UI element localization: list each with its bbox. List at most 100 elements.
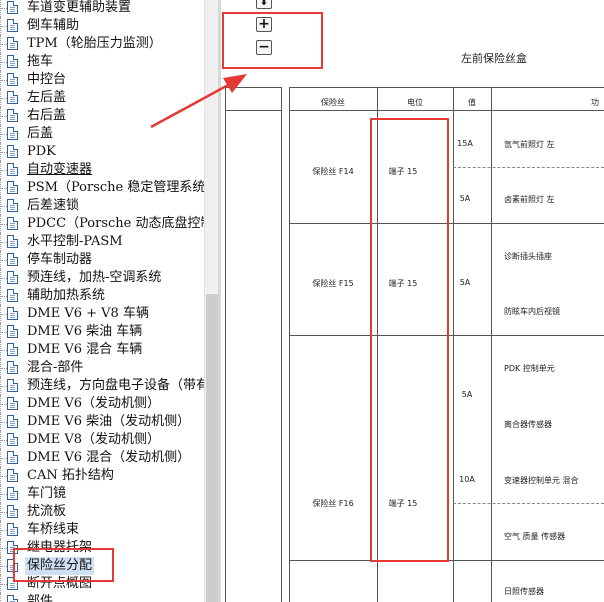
tree-item-label: DME V6 混合（发动机侧） bbox=[27, 450, 191, 465]
tree-item-label: 混合-部件 bbox=[27, 360, 84, 375]
tree-item[interactable]: 自动变速器 bbox=[0, 161, 204, 179]
tree-connector bbox=[0, 107, 7, 125]
document-icon bbox=[7, 163, 18, 176]
tree-connector bbox=[0, 17, 7, 35]
tree-connector bbox=[0, 233, 7, 251]
tree-item-label: 后盖 bbox=[27, 126, 54, 141]
tree-item-label: 预连线，方向盘电子设备（带有 bbox=[27, 378, 204, 393]
document-icon bbox=[7, 91, 18, 104]
tree-item[interactable]: 部件 bbox=[0, 593, 204, 602]
header-terminal: 电位 bbox=[407, 98, 423, 107]
tree-item-label: PDK bbox=[27, 144, 56, 159]
tree-item[interactable]: DME V6 + V8 车辆 bbox=[0, 305, 204, 323]
tree-connector bbox=[0, 341, 7, 359]
tree-item[interactable]: CAN 拓扑结构 bbox=[0, 467, 204, 485]
document-icon bbox=[7, 199, 18, 212]
document-icon bbox=[7, 55, 18, 68]
tree-item-label: 停车制动器 bbox=[27, 252, 93, 267]
tree-item-label: PSM（Porsche 稳定管理系统） bbox=[27, 180, 204, 195]
function-last-1: 日照传感器 bbox=[504, 587, 544, 596]
annotation-selected-box bbox=[13, 548, 114, 582]
tree-connector bbox=[0, 467, 7, 485]
document-icon bbox=[7, 379, 18, 392]
function-f16-3: 变速器控制单元 混合 bbox=[504, 476, 579, 485]
tree-item[interactable]: 混合-部件 bbox=[0, 359, 204, 377]
tree-item[interactable]: 车道变更辅助装置 bbox=[0, 0, 204, 17]
document-icon bbox=[7, 343, 18, 356]
tree-item-label: 部件 bbox=[27, 594, 54, 602]
tree-item[interactable]: 水平控制-PASM bbox=[0, 233, 204, 251]
function-f15-1: 诊断插头插座 bbox=[504, 252, 552, 261]
tree-item-label: PDCC（Porsche 动态底盘控制） bbox=[27, 216, 204, 231]
tree-item[interactable]: 后差速锁 bbox=[0, 197, 204, 215]
document-icon bbox=[7, 595, 18, 602]
tree-item[interactable]: 停车制动器 bbox=[0, 251, 204, 269]
tree-item[interactable]: DME V6 柴油 车辆 bbox=[0, 323, 204, 341]
tree-item[interactable]: 倒车辅助 bbox=[0, 17, 204, 35]
tree-item[interactable]: DME V6 混合 车辆 bbox=[0, 341, 204, 359]
tree-item[interactable]: 辅助加热系统 bbox=[0, 287, 204, 305]
scroll-down-button[interactable]: ⬇ bbox=[256, 0, 272, 9]
tree-connector bbox=[0, 557, 7, 575]
tree-connector bbox=[0, 305, 7, 323]
tree-item[interactable]: 左后盖 bbox=[0, 89, 204, 107]
value-f16-2: 10A bbox=[459, 475, 475, 484]
tree-item[interactable]: 车桥线束 bbox=[0, 521, 204, 539]
tree-item-label: 后差速锁 bbox=[27, 198, 80, 213]
document-icon bbox=[7, 145, 18, 158]
tree-item[interactable]: DME V8（发动机侧） bbox=[0, 431, 204, 449]
tree-item-label: 水平控制-PASM bbox=[27, 234, 123, 249]
document-icon bbox=[7, 487, 18, 500]
tree-item-label: 预连线，加热-空调系统 bbox=[27, 270, 162, 285]
tree-connector bbox=[0, 269, 7, 287]
tree-connector bbox=[0, 125, 7, 143]
value-f14-1: 15A bbox=[457, 139, 473, 148]
tree-item-label: 倒车辅助 bbox=[27, 18, 80, 33]
tree-item[interactable]: PDCC（Porsche 动态底盘控制） bbox=[0, 215, 204, 233]
document-icon bbox=[7, 1, 18, 14]
document-icon bbox=[7, 307, 18, 320]
tree-connector bbox=[0, 413, 7, 431]
document-icon bbox=[7, 505, 18, 518]
header-value: 值 bbox=[468, 98, 476, 107]
tree-connector bbox=[0, 197, 7, 215]
tree-item[interactable]: 预连线，加热-空调系统 bbox=[0, 269, 204, 287]
document-icon bbox=[7, 181, 18, 194]
tree-item[interactable]: 中控台 bbox=[0, 71, 204, 89]
tree-connector bbox=[0, 431, 7, 449]
document-icon bbox=[7, 271, 18, 284]
tree-connector bbox=[0, 395, 7, 413]
tree-item-label: CAN 拓扑结构 bbox=[27, 468, 114, 483]
tree-scroll-thumb[interactable] bbox=[206, 294, 218, 602]
function-f16-4: 空气 质量 传感器 bbox=[504, 532, 566, 541]
tree-item[interactable]: PDK bbox=[0, 143, 204, 161]
tree-connector bbox=[0, 35, 7, 53]
tree-connector bbox=[0, 575, 7, 593]
tree-item[interactable]: TPM（轮胎压力监测） bbox=[0, 35, 204, 53]
tree-item[interactable]: 车门镜 bbox=[0, 485, 204, 503]
document-icon bbox=[7, 127, 18, 140]
value-f16-1: 5A bbox=[461, 390, 473, 399]
document-icon bbox=[7, 235, 18, 248]
tree-item[interactable]: DME V6（发动机侧） bbox=[0, 395, 204, 413]
tree-item[interactable]: DME V6 柴油（发动机侧） bbox=[0, 413, 204, 431]
tree-item[interactable]: 拖车 bbox=[0, 53, 204, 71]
document-icon bbox=[7, 37, 18, 50]
tree-item[interactable]: 右后盖 bbox=[0, 107, 204, 125]
tree-item[interactable]: 扰流板 bbox=[0, 503, 204, 521]
function-f16-1: PDK 控制单元 bbox=[504, 364, 555, 373]
tree-connector bbox=[0, 179, 7, 197]
tree-item[interactable]: PSM（Porsche 稳定管理系统） bbox=[0, 179, 204, 197]
tree-item[interactable]: 预连线，方向盘电子设备（带有 bbox=[0, 377, 204, 395]
tree-connector bbox=[0, 71, 7, 89]
tree-scrollbar[interactable] bbox=[204, 0, 219, 602]
annotation-terminal-box bbox=[370, 118, 449, 562]
fuse-f16: 保险丝 F16 bbox=[312, 499, 354, 508]
document-icon bbox=[7, 289, 18, 302]
function-f15-2: 防眩车内后视镜 bbox=[504, 307, 560, 316]
function-f14-1: 氙气前照灯 左 bbox=[504, 140, 555, 149]
tree-item[interactable]: 后盖 bbox=[0, 125, 204, 143]
tree-item-label: DME V6 混合 车辆 bbox=[27, 342, 143, 357]
tree-connector bbox=[0, 89, 7, 107]
tree-item[interactable]: DME V6 混合（发动机侧） bbox=[0, 449, 204, 467]
